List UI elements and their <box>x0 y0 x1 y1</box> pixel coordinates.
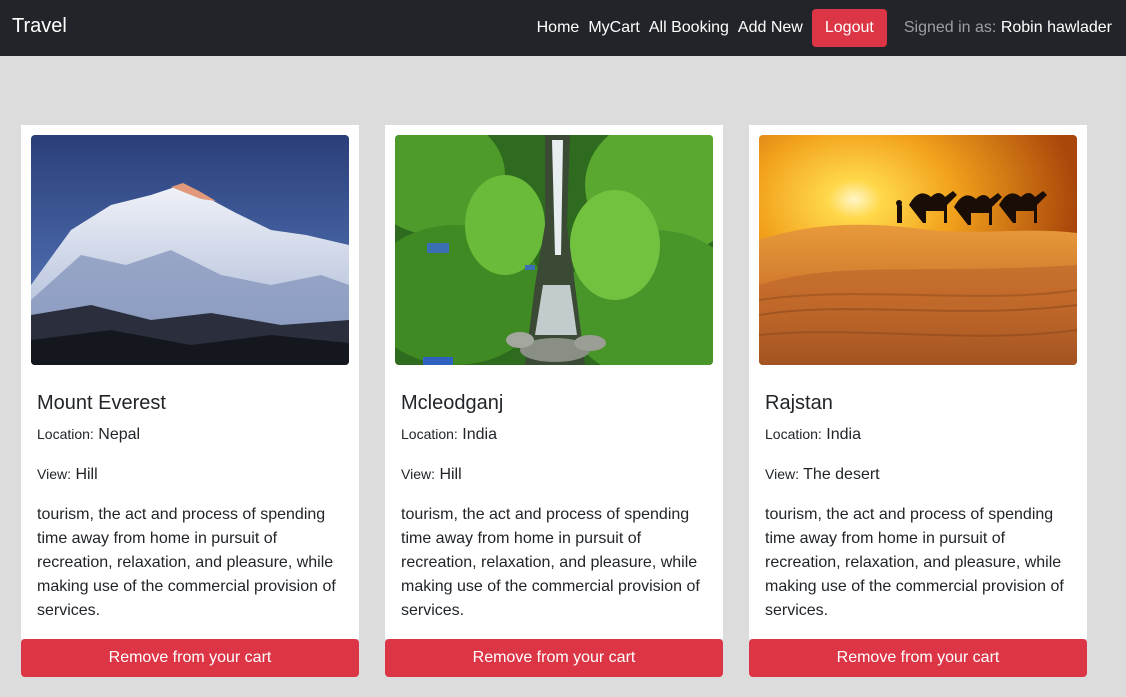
mountain-image <box>31 135 349 365</box>
nav-add-new-link[interactable]: Add New <box>738 19 803 37</box>
card-view: View: Hill <box>401 466 462 484</box>
view-label: View: <box>765 466 799 482</box>
nav-mycart-link[interactable]: MyCart <box>588 19 640 37</box>
location-value: Nepal <box>98 426 141 443</box>
card-title: Rajstan <box>765 392 833 414</box>
view-value: Hill <box>439 466 462 483</box>
card-location: Location: Nepal <box>37 426 140 444</box>
location-value: India <box>462 426 497 443</box>
view-value: Hill <box>75 466 98 483</box>
signed-in-status: Signed in as: Robin hawlader <box>904 19 1112 37</box>
top-navbar: Travel Home MyCart All Booking Add New L… <box>0 0 1126 56</box>
card-description: tourism, the act and process of spending… <box>37 506 336 619</box>
destination-card: Rajstan Location: India View: The desert… <box>749 125 1087 677</box>
card-description: tourism, the act and process of spending… <box>401 506 700 619</box>
location-label: Location: <box>401 426 458 442</box>
card-location: Location: India <box>765 426 861 444</box>
card-title: Mcleodganj <box>401 392 504 414</box>
signed-in-label: Signed in as: <box>903 19 997 36</box>
remove-from-cart-button[interactable]: Remove from your cart <box>385 639 723 677</box>
card-view: View: Hill <box>37 466 98 484</box>
nav-links: Home MyCart All Booking Add New Logout S… <box>537 9 1112 47</box>
card-description: tourism, the act and process of spending… <box>765 506 1064 619</box>
remove-from-cart-button[interactable]: Remove from your cart <box>749 639 1087 677</box>
desert-image <box>759 135 1077 365</box>
nav-home-link[interactable]: Home <box>537 19 580 37</box>
destination-card: Mcleodganj Location: India View: Hill to… <box>385 125 723 677</box>
logout-button[interactable]: Logout <box>811 9 887 47</box>
destination-card: Mount Everest Location: Nepal View: Hill… <box>21 125 359 677</box>
brand-link[interactable]: Travel <box>12 15 67 38</box>
card-view: View: The desert <box>765 466 880 484</box>
view-value: The desert <box>803 466 880 483</box>
card-title: Mount Everest <box>37 392 166 414</box>
user-name: Robin hawlader <box>1000 19 1112 36</box>
waterfall-image <box>395 135 713 365</box>
remove-from-cart-button[interactable]: Remove from your cart <box>21 639 359 677</box>
location-label: Location: <box>37 426 94 442</box>
location-value: India <box>826 426 861 443</box>
location-label: Location: <box>765 426 822 442</box>
view-label: View: <box>401 466 435 482</box>
card-location: Location: India <box>401 426 497 444</box>
view-label: View: <box>37 466 71 482</box>
nav-all-booking-link[interactable]: All Booking <box>649 19 729 37</box>
